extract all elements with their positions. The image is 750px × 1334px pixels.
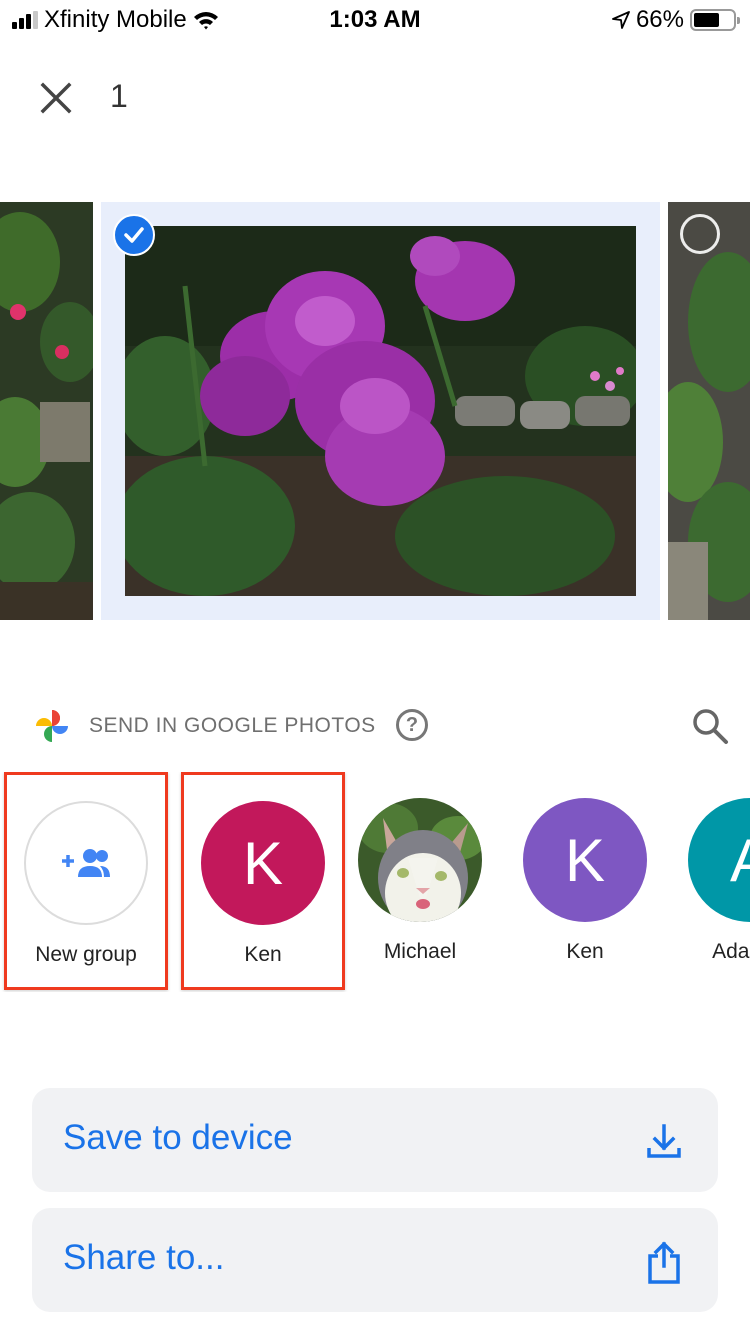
contact-name: New group [35,943,137,966]
photo-thumbnail-selected[interactable] [101,202,660,620]
contact-adam[interactable]: A Adam U [668,772,750,990]
photo-carousel[interactable] [0,202,750,620]
add-group-icon [62,849,110,877]
save-to-device-button[interactable]: Save to device [32,1088,718,1192]
battery-percent: 66% [635,6,684,33]
avatar: A [688,798,750,922]
garden-photo-right [668,202,750,620]
close-icon [40,82,72,114]
section-title: SEND IN GOOGLE PHOTOS [89,714,376,737]
photo-thumbnail[interactable] [0,202,93,620]
status-right: 66% [612,6,740,34]
share-icon [648,1241,680,1284]
close-button[interactable] [36,78,76,118]
selection-toolbar: 1 [0,70,750,126]
share-label: Share to... [63,1238,225,1277]
new-group-avatar [24,801,148,925]
google-photos-logo-icon [36,710,68,742]
selected-check-icon[interactable] [113,214,155,256]
garden-photo-left [0,202,93,620]
contact-name: Ken [244,943,282,966]
status-bar: Xfinity Mobile 1:03 AM 66% [0,0,750,40]
contact-ken[interactable]: K Ken [181,772,345,990]
send-section-header: SEND IN GOOGLE PHOTOS ? [0,700,750,750]
cat-photo-avatar [358,798,482,922]
avatar-initial: K [564,826,606,894]
avatar-initial: A [730,826,750,895]
contact-michael[interactable]: Michael [338,772,502,990]
purple-roses-photo [125,226,636,596]
avatar: K [523,798,647,922]
location-arrow-icon [612,11,630,29]
help-icon[interactable]: ? [396,709,428,741]
contacts-row[interactable]: New group K Ken Michael K Ken Ada [0,772,750,992]
contact-name: Adam U [712,940,750,963]
avatar: K [201,801,325,925]
contact-new-group[interactable]: New group [4,772,168,990]
unselected-circle-icon[interactable] [680,214,720,254]
search-icon[interactable] [690,706,730,746]
contact-ken-2[interactable]: K Ken [503,772,667,990]
share-to-button[interactable]: Share to... [32,1208,718,1312]
save-label: Save to device [63,1118,293,1157]
avatar [358,798,482,922]
photo-thumbnail[interactable] [668,202,750,620]
selected-count: 1 [110,78,128,114]
contact-name: Michael [383,940,457,963]
contact-name: Ken [566,940,604,963]
download-icon [647,1124,681,1158]
battery-icon [690,9,740,31]
avatar-initial: K [242,829,284,897]
